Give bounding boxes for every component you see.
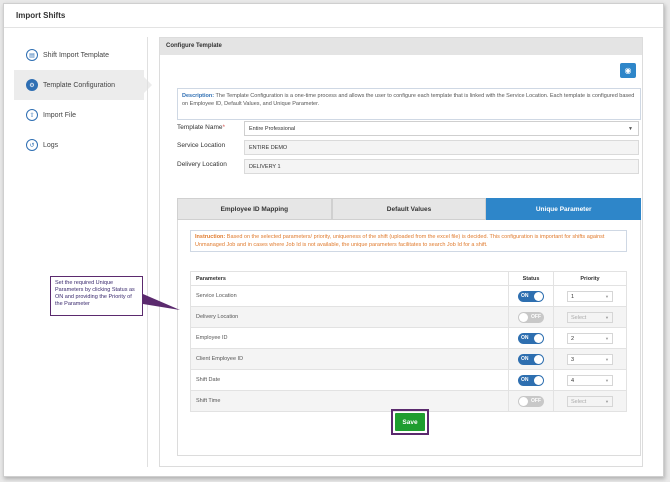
window-frame: Import Shifts ▤ Shift Import Template ⚙ … (3, 3, 664, 477)
callout-arrow (143, 294, 180, 310)
callout-note: Set the required Unique Parameters by cl… (50, 276, 143, 316)
arrow-pointer (143, 294, 180, 310)
